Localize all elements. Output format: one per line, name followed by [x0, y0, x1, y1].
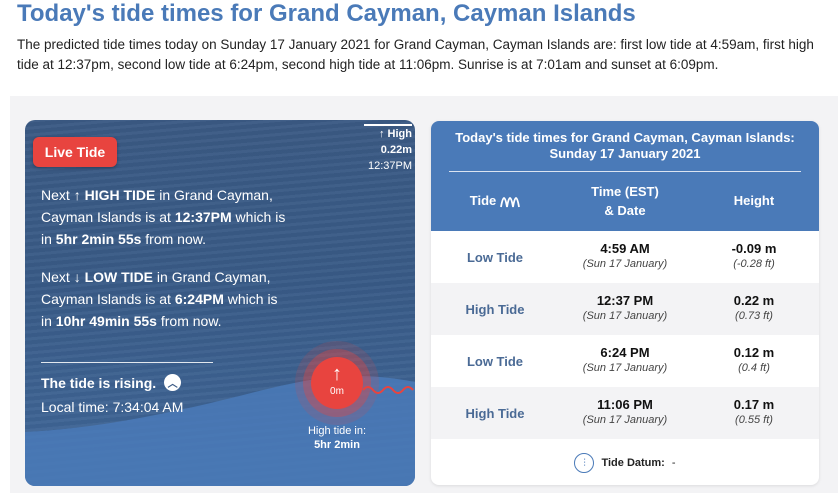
row-tide-type: High Tide: [465, 405, 525, 421]
wave-icon: [500, 196, 521, 207]
row-height-ft: (0.73 ft): [735, 310, 773, 322]
row-tide-type: High Tide: [465, 301, 525, 317]
tide-times-table: Today's tide times for Grand Cayman, Cay…: [431, 121, 819, 485]
row-height-ft: (-0.28 ft): [733, 258, 775, 270]
column-header-height: Height: [733, 193, 775, 208]
table-title: Today's tide times for Grand Cayman, Cay…: [455, 130, 795, 161]
datum-icon[interactable]: ⫶: [574, 453, 595, 473]
table-row: High Tide 12:37 PM (Sun 17 January) 0.22 …: [431, 283, 819, 335]
next-low-countdown: 10hr 49min 55s: [55, 313, 157, 329]
live-tide-badge: Live Tide: [33, 137, 117, 167]
arrow-up-icon: ↑: [378, 128, 385, 140]
row-height-ft: (0.4 ft): [738, 362, 770, 374]
row-height-m: 0.12 m: [733, 345, 775, 360]
high-tide-in: High tide in: 5hr 2min: [295, 424, 379, 452]
high-tide-marker: ↑ High 0.22m 12:37PM: [364, 124, 412, 174]
table-row: Low Tide 4:59 AM (Sun 17 January) -0.09 m…: [431, 231, 819, 283]
row-tide-type: Low Tide: [466, 353, 524, 369]
high-tide-in-value: 5hr 2min: [314, 439, 360, 451]
tide-datum[interactable]: ⫶ Tide Datum: -: [431, 453, 819, 473]
tide-datum-label: Tide Datum:: [601, 457, 665, 469]
table-row: High Tide 11:06 PM (Sun 17 January) 0.17 …: [431, 387, 819, 439]
next-high-time: 12:37PM: [174, 209, 232, 225]
next-high-countdown: 5hr 2min 55s: [55, 231, 142, 247]
arrow-up-icon: ↑: [73, 187, 81, 203]
tide-datum-value: -: [671, 457, 676, 469]
next-high-tide-text: Next ↑ HIGH TIDE in Grand Cayman, Cayman…: [41, 187, 286, 247]
current-tide-level: 0m: [330, 386, 344, 397]
column-header-time: Time (EST) & Date: [591, 184, 659, 218]
marker-time: 12:37PM: [367, 160, 412, 172]
row-height-m: 0.17 m: [733, 397, 775, 412]
row-date: (Sun 17 January): [582, 362, 668, 374]
tide-status-text: The tide is rising.: [41, 374, 157, 391]
row-time: 6:24 PM: [600, 345, 650, 360]
next-low-time: 6:24PM: [174, 291, 224, 307]
table-header: Today's tide times for Grand Cayman, Cay…: [431, 121, 819, 231]
tide-status: The tide is rising. ︿: [41, 374, 182, 391]
current-tide-bubble: ↑ 0m: [311, 357, 363, 409]
marker-height: 0.22m: [380, 144, 412, 156]
row-date: (Sun 17 January): [582, 414, 668, 426]
intro-paragraph: The predicted tide times today on Sunday…: [17, 37, 814, 72]
row-tide-type: Low Tide: [466, 249, 524, 265]
row-time: 4:59 AM: [600, 241, 650, 256]
row-time: 12:37 PM: [596, 293, 654, 308]
local-time-value: 7:34:04 AM: [112, 399, 184, 415]
live-tide-card: Live Tide ↑ High 0.22m 12:37PM Next ↑ HI…: [25, 120, 415, 486]
column-header-tide: Tide: [445, 191, 545, 210]
row-date: (Sun 17 January): [582, 310, 668, 322]
table-title-rule: [449, 171, 801, 172]
marker-label: High: [387, 128, 412, 140]
arrow-down-icon: ↓: [73, 269, 81, 285]
next-low-tide-text: Next ↓ LOW TIDE in Grand Cayman, Cayman …: [41, 269, 278, 329]
table-row: Low Tide 6:24 PM (Sun 17 January) 0.12 m (…: [431, 335, 819, 387]
row-height-m: -0.09 m: [731, 241, 777, 256]
arrow-up-icon: ↑: [332, 363, 342, 385]
row-height-ft: (0.55 ft): [735, 414, 773, 426]
row-time: 11:06 PM: [597, 397, 653, 412]
chevron-up-circle-icon: ︿: [164, 374, 182, 391]
row-height-m: 0.22 m: [733, 293, 775, 308]
row-date: (Sun 17 January): [582, 258, 668, 270]
page-title: Today's tide times for Grand Cayman, Cay…: [17, 0, 636, 27]
divider: [41, 362, 213, 363]
local-time: Local time: 7:34:04 AM: [41, 399, 184, 415]
